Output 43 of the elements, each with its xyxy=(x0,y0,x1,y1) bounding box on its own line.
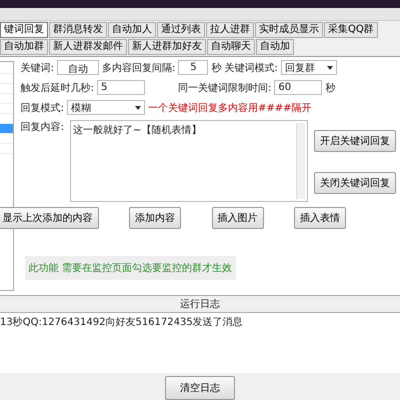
mode-dropdown[interactable]: 回复群 xyxy=(280,60,337,75)
tab[interactable]: 新人进群发邮件 xyxy=(49,39,127,55)
content-field[interactable]: 这一般就好了~【随机表情】 xyxy=(70,120,308,202)
unit-label: 秒 xyxy=(211,62,222,74)
action-button[interactable]: 显示上次添加的内容 xyxy=(0,207,99,229)
reply-mode-dropdown[interactable]: 模糊 xyxy=(67,100,145,115)
tab[interactable]: 自动加群 xyxy=(0,39,48,55)
log-line: 13秒QQ:1276431492向好友516172435发送了消息 xyxy=(0,316,244,329)
mode-label: 关键词模式: xyxy=(224,62,278,74)
list-row[interactable] xyxy=(0,124,13,134)
action-button[interactable]: 插入图片 xyxy=(212,207,264,229)
hint-text: 一个关键词回复多内容用####隔开 xyxy=(148,102,312,114)
reply-mode-label: 回复模式: xyxy=(20,102,64,114)
tab[interactable]: 实时成员显示 xyxy=(255,22,323,38)
tab[interactable]: 通过列表 xyxy=(157,22,205,38)
tab[interactable]: 新人进群加好友 xyxy=(128,39,206,55)
log-header: 运行日志 xyxy=(0,295,400,313)
toggle-button[interactable]: 开启关键词回复 xyxy=(314,130,396,152)
unit-label: 秒 xyxy=(325,82,336,94)
content-label: 回复内容: xyxy=(20,120,64,135)
limit-label: 同一关键词限制时间: xyxy=(178,82,272,94)
interval-label: 多内容回复间隔: xyxy=(102,62,176,74)
tab[interactable]: 群消息转发 xyxy=(49,22,107,38)
keyword-field[interactable]: 自动 xyxy=(57,60,99,75)
action-button[interactable]: 添加内容 xyxy=(129,207,182,229)
group-list[interactable] xyxy=(0,61,14,291)
tab[interactable]: 自动加人 xyxy=(108,22,156,38)
tab[interactable]: 拉人进群 xyxy=(206,22,254,38)
toggle-button[interactable]: 关闭关键词回复 xyxy=(314,172,396,194)
keyword-label: 关键词: xyxy=(20,62,54,74)
dropdown-caret-icon xyxy=(135,106,141,110)
tab[interactable]: 采集QQ群 xyxy=(324,22,378,38)
delay-field[interactable]: 5 xyxy=(97,80,145,95)
interval-field[interactable]: 5 xyxy=(178,60,208,75)
tab[interactable]: 键词回复 xyxy=(0,22,48,38)
dropdown-caret-icon xyxy=(326,66,333,70)
clear-log-button[interactable]: 清空日志 xyxy=(165,376,235,400)
tab[interactable]: 自动聊天 xyxy=(207,39,255,55)
action-button[interactable]: 插入表情 xyxy=(294,207,346,229)
delay-label: 触发后延时几秒: xyxy=(20,82,94,94)
notice-text: 此功能 需要在监控页面勾选要监控的群才生效 xyxy=(24,256,236,280)
tab[interactable]: 自动加 xyxy=(256,39,294,55)
limit-field[interactable]: 60 xyxy=(274,80,322,95)
